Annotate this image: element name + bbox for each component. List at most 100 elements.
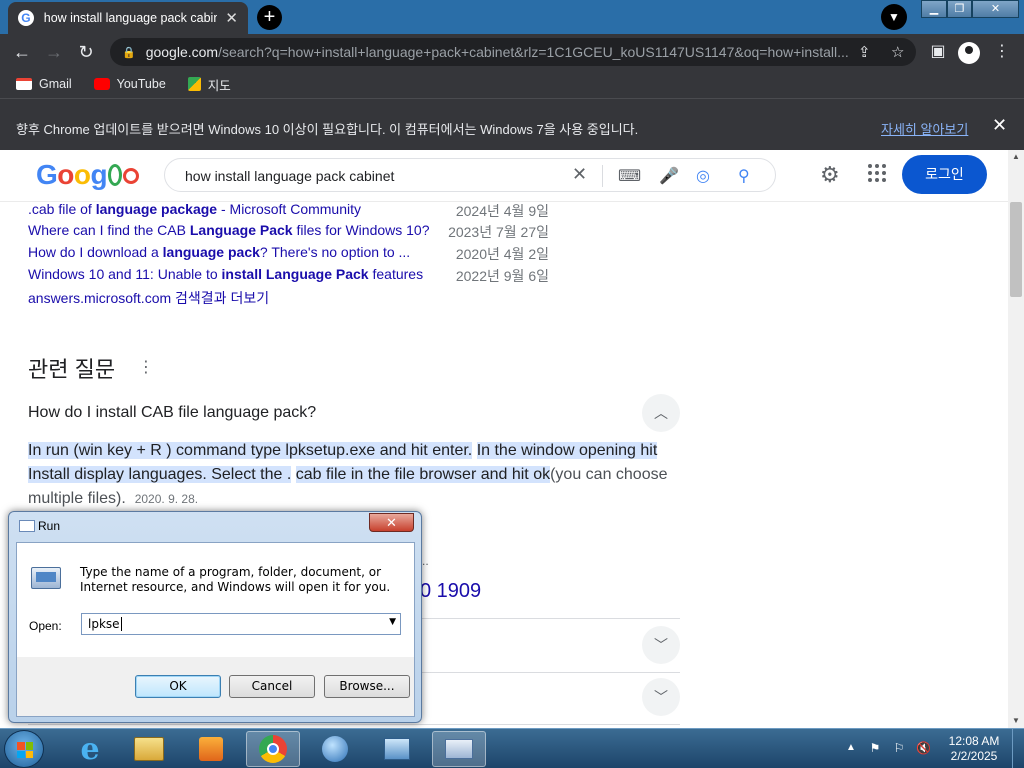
- browser-toolbar: ← → ↻ 🔒 google.com/search?q=how+install+…: [0, 34, 1024, 70]
- chrome-menu-icon[interactable]: ⋮: [991, 41, 1013, 63]
- forward-arrow-icon[interactable]: →: [42, 40, 66, 64]
- show-desktop-button[interactable]: [1012, 729, 1024, 768]
- minimize-button[interactable]: ▁: [921, 0, 947, 18]
- address-bar[interactable]: 🔒 google.com/search?q=how+install+langua…: [110, 38, 916, 66]
- system-clock[interactable]: 12:08 AM 2/2/2025: [944, 734, 1004, 764]
- search-query[interactable]: how install language pack cabinet: [185, 168, 394, 184]
- answer-snippet: In run (win key + R ) command type lpkse…: [28, 442, 668, 507]
- flag-icon[interactable]: ⚐: [892, 741, 906, 755]
- infobar-message: 향후 Chrome 업데이트를 받으려면 Windows 10 이상이 필요합니…: [16, 122, 639, 137]
- taskbar-app[interactable]: [308, 731, 362, 767]
- answer-date: 2020. 9. 28.: [134, 492, 199, 506]
- bookmark-label: 지도: [207, 78, 231, 93]
- url-text: google.com/search?q=how+install+language…: [145, 44, 849, 60]
- bookmark-youtube[interactable]: YouTube: [93, 77, 166, 91]
- voice-search-icon[interactable]: 🎤: [659, 166, 679, 186]
- chevron-down-icon[interactable]: ﹀: [642, 626, 680, 664]
- run-icon: [445, 739, 473, 759]
- infobar-close-icon[interactable]: ✕: [992, 115, 1007, 136]
- cancel-button[interactable]: Cancel: [229, 675, 315, 698]
- run-close-button[interactable]: ✕: [369, 513, 414, 532]
- start-button[interactable]: [4, 730, 44, 768]
- ok-button[interactable]: OK: [135, 675, 221, 698]
- more-results-link[interactable]: answers.microsoft.com 검색결과 더보기: [28, 288, 269, 308]
- bookmark-label: YouTube: [116, 77, 166, 91]
- restore-button[interactable]: ❐: [947, 0, 972, 18]
- run-top-panel: Type the name of a program, folder, docu…: [17, 543, 414, 657]
- search-divider: [602, 165, 603, 187]
- lock-icon: 🔒: [122, 46, 136, 59]
- run-dialog: Run ✕ Type the name of a program, folder…: [8, 511, 422, 723]
- bookmark-star-icon[interactable]: ☆: [891, 43, 904, 61]
- new-tab-button[interactable]: +: [257, 5, 282, 30]
- show-hidden-icons[interactable]: ▲: [846, 742, 856, 753]
- bookmarks-bar: Gmail YouTube 지도: [0, 70, 1024, 98]
- bookmark-gmail[interactable]: Gmail: [16, 77, 72, 91]
- open-label: Open:: [29, 619, 62, 633]
- taskbar-chrome[interactable]: [246, 731, 300, 767]
- dropdown-arrow-icon[interactable]: ▼: [389, 617, 396, 627]
- tab-search-chevron-icon[interactable]: ▼: [881, 4, 907, 30]
- scroll-up-icon[interactable]: ▲: [1012, 152, 1020, 161]
- back-arrow-icon[interactable]: ←: [10, 40, 34, 64]
- chevron-up-icon[interactable]: ︿: [642, 394, 680, 432]
- tab-close-icon[interactable]: ✕: [225, 9, 238, 27]
- google-apps-icon[interactable]: [868, 164, 886, 182]
- taskbar-run[interactable]: [432, 731, 486, 767]
- open-input[interactable]: lpkse ▼: [81, 613, 401, 635]
- page-scrollbar[interactable]: ▲ ▼: [1008, 150, 1024, 728]
- google-favicon-icon: G: [18, 10, 34, 26]
- internet-explorer-icon: e: [80, 731, 100, 767]
- search-box[interactable]: how install language pack cabinet ✕ ⌨ 🎤 …: [164, 158, 776, 192]
- settings-gear-icon[interactable]: ⚙: [820, 162, 840, 188]
- folder-icon: [134, 737, 164, 761]
- scroll-down-icon[interactable]: ▼: [1012, 716, 1020, 725]
- browse-button[interactable]: Browse...: [324, 675, 410, 698]
- chrome-update-infobar: 향후 Chrome 업데이트를 받으려면 Windows 10 이상이 필요합니…: [0, 98, 1024, 150]
- action-center-icon[interactable]: ⚑: [868, 741, 882, 755]
- learn-more-link[interactable]: 자세히 알아보기: [881, 119, 968, 138]
- result-link[interactable]: Where can I find the CAB Language Pack f…: [28, 222, 430, 238]
- scrollbar-thumb[interactable]: [1010, 202, 1022, 297]
- bookmark-label: Gmail: [39, 77, 72, 91]
- partial-title[interactable]: 0 1909: [420, 580, 481, 603]
- clear-search-icon[interactable]: ✕: [572, 164, 587, 185]
- more-options-icon[interactable]: ⋮: [138, 357, 154, 377]
- maps-icon: [187, 77, 201, 91]
- run-title-icon: [19, 520, 35, 532]
- google-logo[interactable]: Goog: [36, 159, 140, 191]
- lens-search-icon[interactable]: ◎: [696, 166, 710, 186]
- related-question[interactable]: How do I install CAB file language pack?: [28, 404, 316, 422]
- result-link[interactable]: How do I download a language pack? There…: [28, 244, 410, 260]
- volume-muted-icon[interactable]: 🔇: [916, 741, 931, 755]
- browser-tab[interactable]: G how install language pack cabinet ✕: [8, 2, 248, 34]
- side-panel-icon[interactable]: ▣: [927, 41, 949, 63]
- bookmark-maps[interactable]: 지도: [187, 75, 231, 94]
- chevron-down-icon[interactable]: ﹀: [642, 678, 680, 716]
- search-icon[interactable]: ⚲: [738, 166, 750, 186]
- taskbar-explorer[interactable]: [122, 731, 176, 767]
- result-date: 2020년 4월 2일: [455, 246, 549, 262]
- share-icon[interactable]: ⇪: [858, 43, 871, 61]
- taskbar-network[interactable]: [370, 731, 424, 767]
- chrome-icon: [259, 735, 287, 763]
- window-close-button[interactable]: ✕: [972, 0, 1019, 18]
- youtube-icon: [93, 78, 110, 90]
- keyboard-icon[interactable]: ⌨: [618, 166, 641, 186]
- chrome-tab-bar: G how install language pack cabinet ✕ + …: [0, 0, 1024, 34]
- result-link[interactable]: .cab file of language package - Microsof…: [28, 202, 361, 217]
- taskbar-media-player[interactable]: [184, 731, 238, 767]
- result-link[interactable]: Windows 10 and 11: Unable to install Lan…: [28, 266, 423, 282]
- result-date: 2022년 9월 6일: [455, 268, 549, 284]
- globe-icon: [322, 736, 348, 762]
- related-questions-title: 관련 질문: [28, 357, 116, 382]
- taskbar-ie[interactable]: e: [63, 731, 117, 767]
- profile-avatar-icon[interactable]: [958, 42, 980, 64]
- result-date: 2023년 7월 27일: [448, 224, 549, 240]
- login-button[interactable]: 로그인: [902, 155, 987, 194]
- clock-time: 12:08 AM: [948, 734, 1000, 748]
- media-player-icon: [199, 737, 223, 761]
- result-date: 2024년 4월 9일: [455, 203, 549, 219]
- reload-icon[interactable]: ↻: [74, 40, 98, 64]
- tab-title: how install language pack cabinet: [43, 11, 218, 25]
